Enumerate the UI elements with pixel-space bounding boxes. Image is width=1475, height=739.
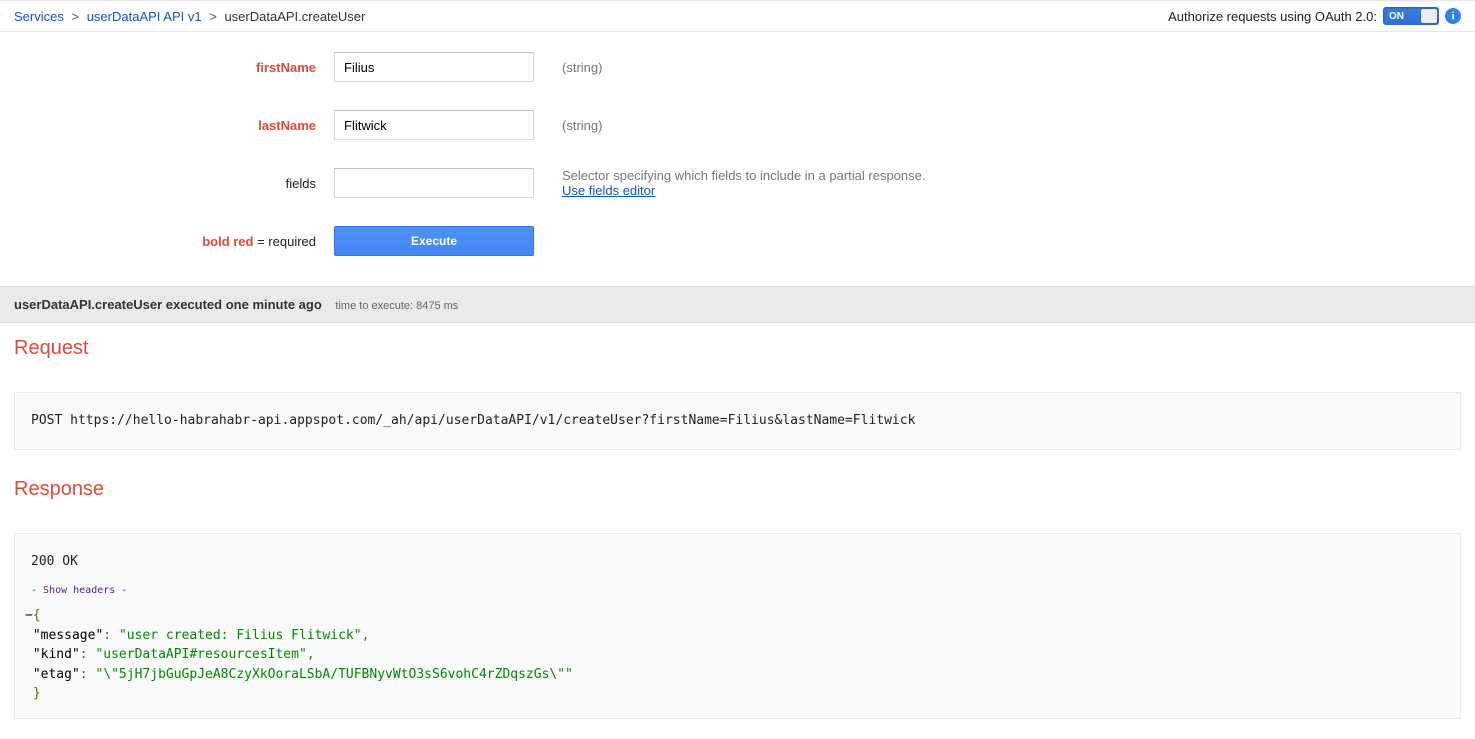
desc-fields: Selector specifying which fields to incl… <box>534 168 925 198</box>
request-body: POST https://hello-habrahabr-api.appspot… <box>14 392 1461 450</box>
required-legend: bold red = required <box>14 234 334 249</box>
execution-status-bar: userDataAPI.createUser executed one minu… <box>0 286 1475 323</box>
input-fields[interactable] <box>334 168 534 198</box>
form-area: firstName (string) lastName (string) fie… <box>0 32 1475 286</box>
breadcrumb-api[interactable]: userDataAPI API v1 <box>87 9 202 24</box>
breadcrumb-sep: > <box>71 9 79 24</box>
type-lastname: (string) <box>534 118 602 133</box>
type-firstname: (string) <box>534 60 602 75</box>
required-legend-boldred: bold red <box>202 234 253 249</box>
breadcrumb-method: userDataAPI.createUser <box>224 9 365 24</box>
input-lastname[interactable] <box>334 110 534 140</box>
fields-editor-link[interactable]: Use fields editor <box>562 183 655 198</box>
toggle-knob <box>1421 9 1437 23</box>
auth-label: Authorize requests using OAuth 2.0: <box>1168 9 1377 24</box>
info-icon[interactable]: i <box>1445 8 1461 24</box>
label-firstname: firstName <box>14 60 334 75</box>
response-json: −{ "message": "user created: Filius Flit… <box>25 606 1450 704</box>
oauth-toggle[interactable]: ON <box>1383 7 1439 25</box>
execute-button[interactable]: Execute <box>334 226 534 256</box>
request-title: Request <box>0 323 1475 368</box>
response-status: 200 OK <box>25 552 1450 574</box>
breadcrumb-services[interactable]: Services <box>14 9 64 24</box>
desc-fields-text: Selector specifying which fields to incl… <box>562 168 925 183</box>
breadcrumb: Services > userDataAPI API v1 > userData… <box>14 9 365 24</box>
required-legend-suffix: = required <box>253 234 316 249</box>
breadcrumb-sep: > <box>209 9 217 24</box>
response-body: 200 OK - Show headers - −{ "message": "u… <box>14 533 1461 719</box>
input-firstname[interactable] <box>334 52 534 82</box>
show-headers-link[interactable]: - Show headers - <box>25 577 133 606</box>
label-fields: fields <box>14 176 334 191</box>
label-lastname: lastName <box>14 118 334 133</box>
response-title: Response <box>0 464 1475 509</box>
execution-status-main: userDataAPI.createUser executed one minu… <box>14 297 322 312</box>
execution-status-time: time to execute: 8475 ms <box>335 300 458 312</box>
oauth-toggle-state: ON <box>1389 11 1404 22</box>
auth-area: Authorize requests using OAuth 2.0: ON i <box>1168 7 1461 25</box>
